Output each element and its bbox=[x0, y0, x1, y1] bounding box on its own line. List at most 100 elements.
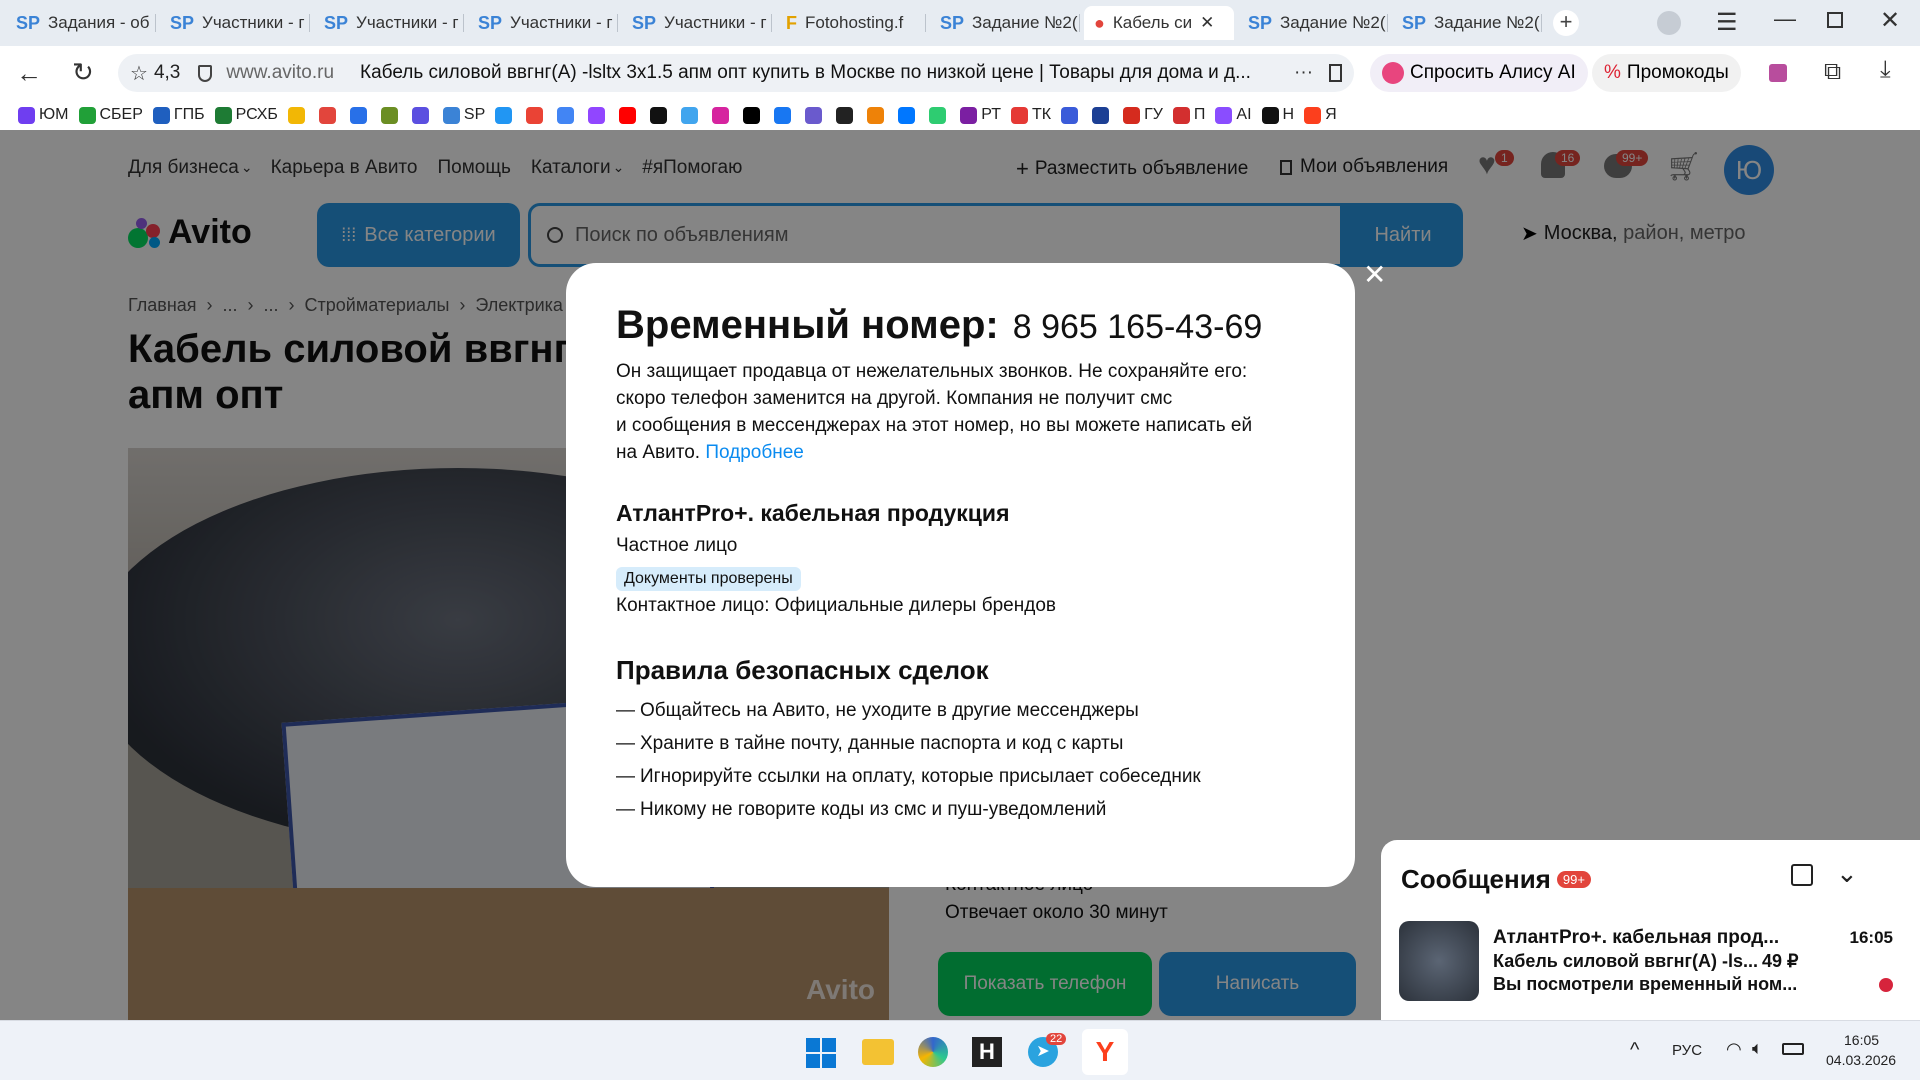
language-indicator[interactable]: РУС bbox=[1672, 1042, 1702, 1059]
tray-chevron-icon[interactable]: ^ bbox=[1630, 1039, 1639, 1062]
wifi-icon[interactable]: ◠ bbox=[1726, 1039, 1742, 1060]
bookmark-label: СБЕР bbox=[99, 106, 143, 123]
close-window-icon[interactable]: ✕ bbox=[1880, 6, 1900, 35]
bookmark-item[interactable] bbox=[774, 106, 795, 124]
bookmark-item[interactable] bbox=[650, 106, 671, 124]
bookmark-item[interactable]: Я bbox=[1304, 106, 1337, 124]
yandex-browser-icon[interactable]: Y bbox=[1082, 1029, 1128, 1075]
file-explorer-icon[interactable] bbox=[862, 1039, 894, 1065]
maximize-icon[interactable] bbox=[1827, 12, 1843, 28]
bookmark-item[interactable] bbox=[349, 106, 371, 124]
bookmark-item[interactable]: ЮМ bbox=[18, 106, 69, 124]
bookmark-item[interactable] bbox=[619, 106, 640, 124]
battery-icon[interactable] bbox=[1782, 1043, 1804, 1055]
bookmark-icon bbox=[442, 106, 460, 124]
tab[interactable]: SP Участники - г bbox=[160, 6, 310, 40]
clock-time[interactable]: 16:05 bbox=[1844, 1032, 1879, 1048]
tab-label: Участники - г bbox=[510, 13, 613, 32]
tab[interactable]: SP Задание №2( bbox=[1392, 6, 1542, 40]
bookmark-label: Н bbox=[1282, 106, 1295, 123]
tab[interactable]: SP Задание №2( bbox=[930, 6, 1080, 40]
tab[interactable]: SP Задание №2( bbox=[1238, 6, 1388, 40]
unread-dot bbox=[1879, 977, 1893, 992]
safety-rules-list: — Общайтесь на Авито, не уходите в другие… bbox=[616, 700, 1305, 821]
chat-name: АтлантPro+. кабельная прод... bbox=[1493, 927, 1780, 948]
bookmark-item[interactable] bbox=[712, 106, 733, 124]
volume-icon[interactable]: 🔈︎ bbox=[1752, 1038, 1763, 1059]
telegram-badge: 22 bbox=[1046, 1033, 1067, 1045]
bookmark-item[interactable] bbox=[588, 106, 609, 124]
list-item: — Храните в тайне почту, данные паспорта … bbox=[616, 733, 1124, 754]
tab[interactable]: SP Участники - г bbox=[622, 6, 772, 40]
reload-icon[interactable]: ↻ bbox=[72, 57, 94, 88]
bookmark-item[interactable]: ГПБ bbox=[152, 106, 205, 124]
menu-icon[interactable]: ☰ bbox=[1716, 8, 1738, 37]
new-tab-button[interactable]: + bbox=[1553, 10, 1579, 36]
tab-active[interactable]: ● Кабель си ✕ bbox=[1084, 6, 1234, 40]
back-icon[interactable]: ← bbox=[16, 58, 42, 89]
bookmark-item[interactable] bbox=[929, 106, 950, 124]
bookmark-item[interactable]: SP bbox=[442, 106, 485, 124]
image-icon[interactable] bbox=[1769, 64, 1787, 82]
minimize-icon[interactable]: — bbox=[1774, 6, 1796, 32]
chevron-down-icon[interactable]: ⌄ bbox=[1836, 858, 1858, 889]
bookmark-item[interactable] bbox=[867, 106, 888, 124]
bookmark-item[interactable] bbox=[1061, 106, 1082, 124]
bookmark-item[interactable] bbox=[1092, 106, 1113, 124]
list-item: — Никому не говорите коды из смс и пуш-ув… bbox=[616, 799, 1107, 820]
modal-description: Он защищает продавца от нежелательных зв… bbox=[616, 361, 1253, 463]
app-h-icon[interactable]: H bbox=[972, 1037, 1002, 1067]
seller-name[interactable]: АтлантPro+. кабельная продукция bbox=[616, 500, 1305, 527]
bookmark-item[interactable] bbox=[526, 106, 547, 124]
edge-icon[interactable] bbox=[918, 1037, 948, 1067]
bookmark-label: РСХБ bbox=[235, 106, 278, 123]
bookmark-item[interactable]: Н bbox=[1261, 106, 1295, 124]
close-modal-icon[interactable]: ✕ bbox=[1363, 258, 1386, 291]
bookmark-item[interactable] bbox=[557, 106, 578, 124]
bookmark-item[interactable]: AI bbox=[1215, 106, 1252, 124]
chat-list-item[interactable]: АтлантPro+. кабельная прод... 16:05 Кабе… bbox=[1399, 918, 1904, 1004]
bookmark-icon[interactable] bbox=[1329, 64, 1342, 82]
open-external-icon[interactable] bbox=[1791, 864, 1813, 886]
bookmark-item[interactable] bbox=[287, 106, 309, 124]
bookmark-item[interactable] bbox=[898, 106, 919, 124]
tab-favicon: SP bbox=[16, 12, 41, 33]
bookmark-item[interactable] bbox=[318, 106, 340, 124]
bookmark-item[interactable] bbox=[805, 106, 826, 124]
extensions-icon[interactable]: ⧉ bbox=[1824, 58, 1841, 86]
bookmark-item[interactable] bbox=[411, 106, 433, 124]
tab[interactable]: SP Задания - об bbox=[6, 6, 156, 40]
bookmark-item[interactable]: СБЕР bbox=[78, 106, 143, 124]
bookmark-item[interactable] bbox=[681, 106, 702, 124]
tab[interactable]: F Fotohosting.f bbox=[776, 6, 926, 40]
promo-button[interactable]: % Промокоды bbox=[1592, 54, 1741, 92]
bookmark-item[interactable] bbox=[495, 106, 516, 124]
tab-favicon: SP bbox=[324, 12, 349, 33]
tab[interactable]: SP Участники - г bbox=[468, 6, 618, 40]
bookmark-item[interactable]: ТК bbox=[1010, 106, 1051, 124]
bookmark-icon bbox=[1092, 106, 1110, 124]
more-link[interactable]: Подробнее bbox=[705, 442, 804, 463]
chat-time: 16:05 bbox=[1849, 928, 1893, 947]
temporary-phone-number[interactable]: 8 965 165-43-69 bbox=[1013, 308, 1263, 347]
clock-date[interactable]: 04.03.2026 bbox=[1826, 1052, 1896, 1068]
windows-start-icon[interactable] bbox=[806, 1038, 836, 1068]
bookmark-item[interactable] bbox=[743, 106, 764, 124]
bookmark-item[interactable]: П bbox=[1172, 106, 1205, 124]
contact-person: Контактное лицо: Официальные дилеры брен… bbox=[616, 595, 1056, 616]
bookmark-item[interactable]: РСХБ bbox=[214, 106, 278, 124]
tab[interactable]: SP Участники - г bbox=[314, 6, 464, 40]
download-icon[interactable]: ⤓ bbox=[1880, 56, 1891, 84]
bookmark-icon bbox=[526, 106, 544, 124]
url-field[interactable]: ☆ 4,3 www.avito.ru Кабель силовой ввгнг(… bbox=[118, 54, 1354, 92]
bookmark-item[interactable]: РТ bbox=[960, 106, 1001, 124]
list-item: — Общайтесь на Авито, не уходите в другие… bbox=[616, 700, 1139, 721]
bookmark-item[interactable] bbox=[836, 106, 857, 124]
alice-button[interactable]: Спросить Алису AI bbox=[1370, 54, 1588, 92]
more-icon[interactable]: ··· bbox=[1294, 62, 1313, 84]
bookmark-icon bbox=[712, 106, 730, 124]
bookmark-item[interactable] bbox=[380, 106, 402, 124]
close-tab-icon[interactable]: ✕ bbox=[1200, 13, 1214, 33]
profile-icon[interactable] bbox=[1657, 11, 1681, 35]
bookmark-item[interactable]: ГУ bbox=[1123, 106, 1163, 124]
